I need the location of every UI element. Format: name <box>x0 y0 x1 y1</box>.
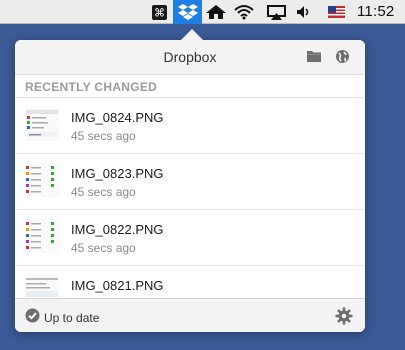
globe-icon[interactable] <box>335 49 350 69</box>
status-text: Up to date <box>44 311 100 325</box>
file-time: 45 secs ago <box>71 129 136 143</box>
section-label: RECENTLY CHANGED <box>25 80 158 94</box>
list-item[interactable]: IMG_0823.PNG 45 secs ago <box>15 154 365 210</box>
dropbox-icon[interactable] <box>177 0 198 24</box>
wifi-icon[interactable] <box>233 0 255 24</box>
file-time: 45 secs ago <box>71 185 136 199</box>
file-name: IMG_0821.PNG <box>71 278 164 293</box>
gear-icon[interactable] <box>335 307 353 330</box>
file-name: IMG_0822.PNG <box>71 222 164 237</box>
list-item[interactable]: IMG_0821.PNG <box>15 266 365 299</box>
popover-header: Dropbox <box>15 40 365 75</box>
file-name: IMG_0824.PNG <box>71 110 164 125</box>
popover-footer: Up to date <box>15 298 365 332</box>
check-circle-icon <box>25 308 40 328</box>
home-icon[interactable] <box>205 0 227 24</box>
folder-icon[interactable] <box>306 49 322 68</box>
screenshot-thumbnail <box>25 219 59 253</box>
file-name: IMG_0823.PNG <box>71 166 164 181</box>
file-time: 45 secs ago <box>71 241 136 255</box>
volume-icon[interactable] <box>296 0 312 24</box>
popover-arrow <box>180 29 204 41</box>
dropbox-popover: Dropbox RECENTLY CHANGED IMG_0824.PNG 45… <box>15 40 365 332</box>
list-item[interactable]: IMG_0822.PNG 45 secs ago <box>15 210 365 266</box>
list-item[interactable]: IMG_0824.PNG 45 secs ago <box>15 98 365 154</box>
us-flag-icon[interactable] <box>327 0 345 24</box>
menu-bar-clock[interactable]: 11:52 <box>357 3 394 20</box>
menu-bar: ⌘ 11:52 <box>0 0 405 24</box>
svg-text:⌘: ⌘ <box>154 6 165 19</box>
command-key-icon[interactable]: ⌘ <box>151 0 167 24</box>
airplay-icon[interactable] <box>266 0 286 24</box>
recent-files-list[interactable]: IMG_0824.PNG 45 secs ago IMG_0823.PNG 45… <box>15 97 365 299</box>
screenshot-thumbnail <box>25 275 59 299</box>
sync-status: Up to date <box>25 308 99 328</box>
screenshot-thumbnail <box>25 107 59 141</box>
screenshot-thumbnail <box>25 163 59 197</box>
